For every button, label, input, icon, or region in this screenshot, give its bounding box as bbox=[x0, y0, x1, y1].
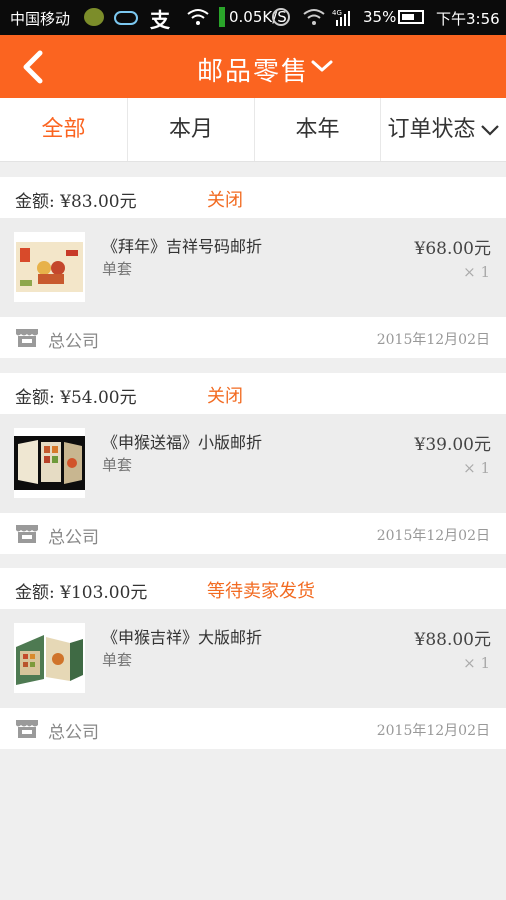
battery-percent: 35% bbox=[363, 8, 397, 26]
order-status: 等待卖家发货 bbox=[207, 581, 315, 602]
alarm-icon bbox=[272, 8, 290, 26]
product-spec: 单套 bbox=[102, 651, 133, 669]
product-name: 《申猴吉祥》大版邮折 bbox=[102, 628, 263, 647]
order-footer: 总公司 2015年12月02日 bbox=[0, 317, 506, 358]
order-footer: 总公司 2015年12月02日 bbox=[0, 513, 506, 554]
wifi-icon bbox=[187, 9, 209, 25]
order-amount: 金额: ¥83.00元 bbox=[15, 192, 137, 212]
shop-name: 总公司 bbox=[48, 528, 99, 548]
product-name: 《拜年》吉祥号码邮折 bbox=[102, 237, 263, 256]
tab-all[interactable]: 全部 bbox=[0, 98, 127, 161]
app-notification-icon bbox=[84, 8, 104, 26]
shop-icon bbox=[16, 329, 38, 347]
product-quantity: × 1 bbox=[463, 654, 490, 672]
tab-this-year[interactable]: 本年 bbox=[255, 98, 380, 161]
product-quantity: × 1 bbox=[463, 263, 490, 281]
order-header: 金额: ¥103.00元 等待卖家发货 bbox=[0, 568, 506, 609]
cloud-icon bbox=[114, 11, 138, 25]
battery-icon bbox=[398, 10, 424, 24]
tab-order-status[interactable]: 订单状态 bbox=[381, 98, 506, 161]
order-amount: 金额: ¥54.00元 bbox=[15, 388, 137, 408]
carrier-label: 中国移动 bbox=[10, 10, 71, 28]
shop-name: 总公司 bbox=[48, 332, 99, 352]
network-type-label: 4G bbox=[332, 9, 342, 17]
product-thumbnail bbox=[14, 428, 85, 498]
order-footer: 总公司 2015年12月02日 bbox=[0, 708, 506, 749]
shop-name: 总公司 bbox=[48, 723, 99, 743]
product-spec: 单套 bbox=[102, 456, 133, 474]
filter-tabs: 全部 本月 本年 订单状态 bbox=[0, 98, 506, 162]
product-thumbnail bbox=[14, 232, 85, 302]
order-card[interactable]: 金额: ¥103.00元 等待卖家发货 《申猴吉祥》大版邮折 单套 ¥88.00… bbox=[0, 568, 506, 749]
shop-icon bbox=[16, 720, 38, 738]
product-price: ¥68.00元 bbox=[414, 239, 491, 259]
wifi-signal-icon bbox=[303, 9, 325, 25]
alipay-icon: 支 bbox=[150, 8, 170, 32]
order-amount: 金额: ¥103.00元 bbox=[15, 583, 148, 603]
data-usage-indicator bbox=[219, 7, 225, 27]
chevron-down-icon[interactable] bbox=[310, 57, 334, 75]
product-name: 《申猴送福》小版邮折 bbox=[102, 433, 263, 452]
product-spec: 单套 bbox=[102, 260, 133, 278]
product-thumbnail bbox=[14, 623, 85, 693]
product-price: ¥88.00元 bbox=[414, 630, 491, 650]
chevron-down-icon bbox=[480, 125, 499, 136]
order-date: 2015年12月02日 bbox=[376, 528, 490, 544]
product-image bbox=[14, 232, 85, 302]
cell-signal-icon: 4G bbox=[332, 9, 350, 26]
order-header: 金额: ¥54.00元 关闭 bbox=[0, 373, 506, 414]
status-bar: 中国移动 支 0.05K/S 4G 35% 下午3:56 bbox=[0, 0, 506, 35]
order-date: 2015年12月02日 bbox=[376, 332, 490, 348]
product-quantity: × 1 bbox=[463, 459, 490, 477]
order-header: 金额: ¥83.00元 关闭 bbox=[0, 177, 506, 218]
order-item[interactable]: 《申猴送福》小版邮折 单套 ¥39.00元 × 1 bbox=[0, 414, 506, 513]
app-header: 邮品零售 bbox=[0, 35, 506, 98]
shop-icon bbox=[16, 525, 38, 543]
order-item[interactable]: 《拜年》吉祥号码邮折 单套 ¥68.00元 × 1 bbox=[0, 218, 506, 317]
product-image bbox=[14, 428, 85, 498]
clock-time: 下午3:56 bbox=[436, 10, 500, 28]
order-item[interactable]: 《申猴吉祥》大版邮折 单套 ¥88.00元 × 1 bbox=[0, 609, 506, 708]
page-title[interactable]: 邮品零售 bbox=[0, 51, 506, 88]
order-card[interactable]: 金额: ¥54.00元 关闭 《申猴送福》小版邮折 单套 ¥39.00元 × 1 bbox=[0, 373, 506, 554]
order-status: 关闭 bbox=[207, 386, 243, 407]
tab-order-status-label: 订单状态 bbox=[387, 117, 476, 142]
order-date: 2015年12月02日 bbox=[376, 723, 490, 739]
product-image bbox=[14, 623, 85, 693]
order-status: 关闭 bbox=[207, 190, 243, 211]
product-price: ¥39.00元 bbox=[414, 435, 491, 455]
order-card[interactable]: 金额: ¥83.00元 关闭 《拜年》吉祥号码邮折 单套 ¥68.00元 × 1 bbox=[0, 177, 506, 358]
tab-this-month[interactable]: 本月 bbox=[128, 98, 254, 161]
